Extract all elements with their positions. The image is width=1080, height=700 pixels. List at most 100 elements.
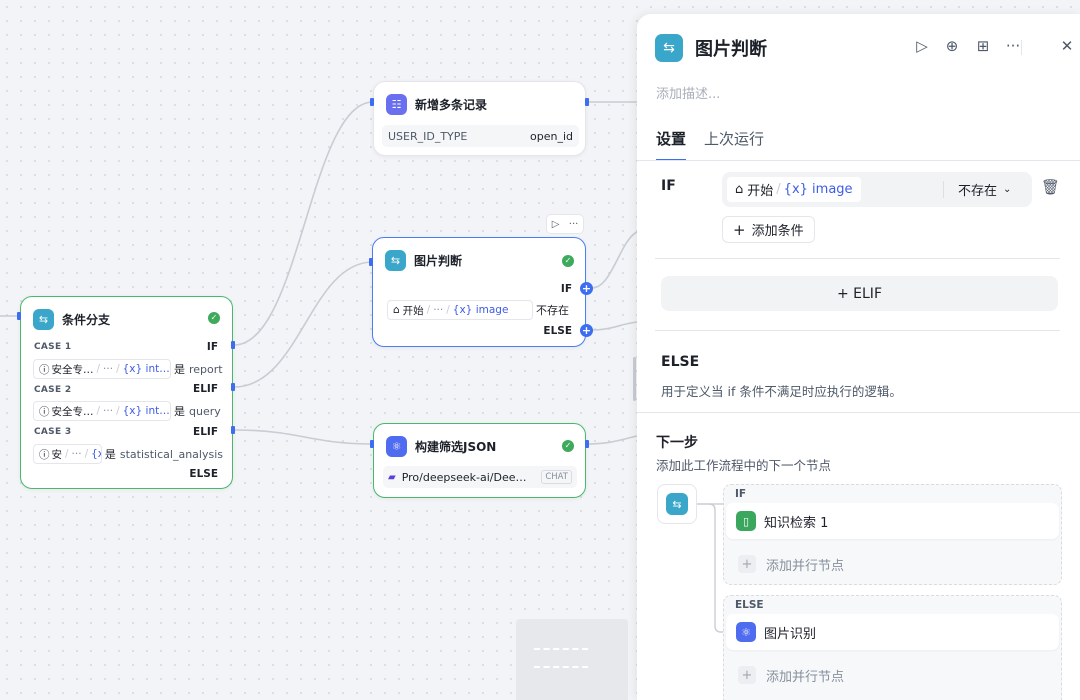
port-case1-out[interactable] [231, 341, 235, 349]
case-row: ⓘ 安全专… / ··· / {x} int… 是 query [33, 400, 223, 422]
add-parallel-node[interactable]: + 添加并行节点 [726, 656, 1059, 694]
node-title: 条件分支 [62, 312, 111, 327]
resize-handle[interactable] [633, 357, 636, 401]
sep: / [65, 448, 69, 460]
run-icon[interactable]: ▷ [910, 34, 934, 58]
node-image-judge[interactable]: ⇆ 图片判断 ✓ IF ⌂ 开始 / ··· / {x} image 不存在 E… [372, 237, 586, 347]
cond-ellipsis: ··· [433, 304, 444, 316]
branch-label: IF [206, 341, 218, 353]
panel-title[interactable]: 图片判断 [695, 35, 767, 61]
branch-label: ELIF [193, 426, 218, 438]
info-icon: ⓘ [39, 448, 50, 461]
case-var: {x} int… [122, 405, 170, 417]
plus-icon: + [733, 220, 746, 239]
node-build-json[interactable]: ⚛ 构建筛选JSON ✓ ▰ Pro/deepseek-ai/Dee… CHAT [373, 423, 586, 498]
success-check-icon: ✓ [208, 312, 220, 324]
trash-icon[interactable]: 🗑 [1041, 178, 1060, 196]
branch-label: ELIF [193, 383, 218, 395]
model-row: ▰ Pro/deepseek-ai/Dee… CHAT [383, 466, 577, 488]
branch-else: ELSE ⚛ 图片识别 + 添加并行节点 [723, 595, 1062, 700]
run-icon[interactable]: ▷ [552, 219, 560, 230]
target-icon[interactable]: ⊕ [940, 34, 964, 58]
sep: / [116, 363, 120, 375]
header-divider [1021, 40, 1022, 55]
sep: / [426, 304, 431, 316]
tab-settings[interactable]: 设置 [656, 128, 687, 161]
llm-icon: ⚛ [386, 435, 407, 457]
divider [637, 412, 1080, 413]
operator-select[interactable]: 不存在 ⌄ [958, 180, 1011, 199]
if-label: IF [560, 283, 572, 295]
node-add-records[interactable]: ☷ 新增多条记录 USER_ID_TYPE open_id [373, 81, 586, 156]
operator-value: 不存在 [958, 184, 998, 199]
node-header: ☷ 新增多条记录 [374, 82, 585, 126]
next-node-image-recognition[interactable]: ⚛ 图片识别 [726, 614, 1059, 650]
case-var: {x} i [91, 448, 101, 460]
node-condition-branch[interactable]: ⇆ 条件分支 ✓ CASE 1 IF ⓘ 安全专… / ··· / {x} in… [20, 296, 233, 489]
case-op: 是 [104, 448, 116, 461]
book-icon[interactable]: ⊞ [971, 34, 995, 58]
sep: / [116, 405, 120, 417]
port-records-in[interactable] [370, 98, 374, 106]
node-header: ⇆ 图片判断 [373, 238, 585, 282]
llm-icon: ⚛ [736, 622, 756, 642]
minimap[interactable] [516, 619, 628, 700]
port-judge-in[interactable] [369, 258, 373, 266]
more-icon[interactable]: ··· [569, 219, 579, 230]
condition-variable[interactable]: ⌂ 开始 / {x} image [727, 177, 861, 202]
table-icon: ☷ [386, 93, 407, 115]
branch-icon: ⇆ [33, 308, 54, 330]
plus-icon: + [738, 666, 756, 684]
close-icon[interactable]: ✕ [1055, 34, 1079, 58]
port-json-in[interactable] [370, 440, 374, 448]
cond-source: 开始 [747, 184, 774, 199]
case-source: 安全专… [51, 405, 94, 418]
next-node-knowledge[interactable]: ▯ 知识检索 1 [726, 503, 1059, 539]
port-else-add[interactable]: + [580, 324, 593, 337]
add-parallel-node[interactable]: + 添加并行节点 [726, 545, 1059, 583]
cond-var: {x} image [783, 182, 853, 197]
node-title: 构建筛选JSON [415, 439, 497, 454]
edge-case3-json [233, 429, 374, 445]
ellipsis: ··· [103, 405, 114, 417]
else-title: ELSE [661, 354, 700, 370]
divider [655, 330, 1060, 331]
case-value: query [189, 404, 221, 418]
case-pill: ⓘ 安全专… / ··· / {x} int… [33, 401, 171, 421]
else-description: 用于定义当 if 条件不满足时应执行的逻辑。 [661, 384, 902, 399]
node-title: 新增多条记录 [415, 97, 488, 112]
node-title: 图片判断 [414, 253, 463, 268]
node-toolbar: ▷ ··· [546, 214, 584, 234]
tab-last-run[interactable]: 上次运行 [704, 128, 764, 161]
port-case2-out[interactable] [231, 383, 235, 391]
edge-case1-records [233, 101, 374, 346]
info-icon: ⓘ [39, 405, 50, 418]
model-name: Pro/deepseek-ai/Dee… [401, 470, 527, 484]
branch-icon: ⇆ [666, 493, 688, 515]
next-node-label: 知识检索 1 [764, 515, 829, 531]
add-condition-button[interactable]: + 添加条件 [722, 216, 815, 243]
home-icon: ⌂ [393, 304, 400, 316]
sep: / [96, 363, 101, 375]
port-records-out[interactable] [585, 98, 589, 106]
port-json-out[interactable] [585, 440, 589, 448]
branch-if: IF ▯ 知识检索 1 + 添加并行节点 [723, 484, 1062, 585]
port-case3-out[interactable] [231, 426, 235, 434]
plus-icon: + [738, 555, 756, 573]
sep: / [776, 182, 781, 197]
case-pill: ⓘ 安 / ··· / {x} i [33, 444, 102, 464]
description-input[interactable]: 添加描述... [656, 83, 720, 102]
cond-var: {x} image [452, 304, 509, 316]
case-label: CASE 1 [34, 342, 72, 352]
port-if-add[interactable]: + [580, 282, 593, 295]
port-condition-in[interactable] [17, 312, 21, 320]
case-pill: ⓘ 安全专… / ··· / {x} int… [33, 359, 171, 379]
edge-json-out [585, 435, 638, 445]
node-settings-panel: ⇆ 图片判断 ▷ ⊕ ⊞ ··· ✕ 添加描述... 设置 上次运行 IF ⌂ … [637, 14, 1080, 700]
case-source: 安全专… [51, 363, 94, 376]
add-elif-button[interactable]: + ELIF [661, 276, 1058, 311]
next-step-title: 下一步 [656, 435, 698, 451]
else-label: ELSE [189, 468, 218, 480]
case-op: 是 [174, 405, 185, 418]
next-node-label: 图片识别 [764, 626, 817, 642]
